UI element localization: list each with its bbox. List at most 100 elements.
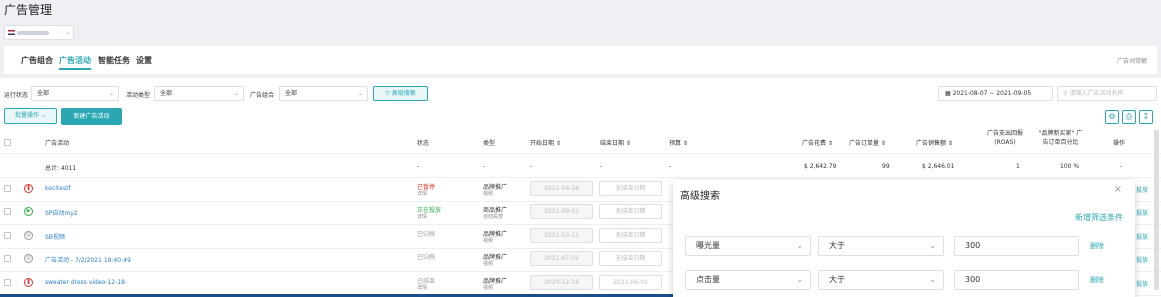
end-date-field[interactable]: 2021-06-01 — [599, 275, 662, 290]
type-subtext: 自动投放 — [483, 214, 504, 220]
campaign-search-input[interactable]: ⚲ 请输入广告活动名称 — [1057, 86, 1157, 101]
advanced-search-button[interactable]: ▽ 高级搜索 — [373, 86, 428, 101]
end-date-field[interactable]: 无结束日期 — [599, 204, 662, 219]
chevron-down-icon: ⌄ — [108, 90, 114, 97]
campaign-pause-icon[interactable]: ❚ — [24, 184, 33, 193]
tab-campaigns[interactable]: 广告活动 — [59, 55, 91, 66]
date-range-picker[interactable]: ▦ 2021-08-07 ~ 2021-09-05 — [938, 86, 1053, 101]
col-spend[interactable]: 广告花费 ⇕ — [802, 138, 833, 147]
type-filter-label: 活动类型 — [126, 92, 151, 99]
campaign-name-link[interactable]: SP自动my2 — [45, 208, 78, 217]
totals-sales: $ 2,646.01 — [922, 163, 955, 170]
filter-icon: ▽ — [385, 90, 390, 97]
row-checkbox[interactable] — [4, 185, 11, 192]
col-new-buyer-pct[interactable]: "品牌新买家" 广告订单百分比 — [1033, 129, 1088, 147]
glossary-link[interactable]: 广告词常解 — [1117, 56, 1147, 65]
chevron-down-icon: ⌄ — [796, 275, 803, 284]
type-subtext: 视频 — [483, 191, 494, 197]
start-date-field[interactable]: 2021-07-02 — [530, 251, 593, 266]
condition-2-field-select[interactable]: 点击量 ⌄ — [685, 270, 811, 290]
campaign-name-link[interactable]: sweater dress video-12-18 — [45, 279, 125, 286]
col-orders[interactable]: 广告订单量 ⇕ — [849, 138, 886, 147]
batch-action-button[interactable]: 批量操作 ⌄ — [4, 108, 57, 124]
status-filter-select[interactable]: 全部 ⌄ — [31, 86, 119, 101]
tab-smart-tasks[interactable]: 智能任务 — [98, 55, 130, 66]
totals-start: - — [530, 163, 533, 170]
group-filter-select[interactable]: 全部 ⌄ — [279, 86, 368, 101]
chevron-down-icon: ⌄ — [64, 29, 70, 36]
condition-1-delete-link[interactable]: 删除 — [1090, 241, 1104, 251]
status-details-link[interactable]: 详情 — [417, 284, 427, 291]
panel-title: 高级搜索 — [680, 191, 720, 202]
targeting-link[interactable]: 投放 — [1136, 255, 1148, 264]
select-all-checkbox[interactable] — [4, 139, 11, 146]
tab-settings[interactable]: 设置 — [136, 55, 152, 66]
end-date-field[interactable]: 无结束日期 — [599, 251, 662, 266]
start-date-field[interactable]: 2020-12-18 — [530, 275, 593, 290]
group-filter-label: 广告组合 — [250, 92, 275, 99]
col-sales[interactable]: 广告销售额 ⇕ — [916, 138, 953, 147]
col-roas[interactable]: 广告支出回报 (ROAS) — [980, 129, 1030, 147]
active-tab-indicator — [59, 68, 91, 70]
col-action: 操作 — [1113, 140, 1126, 147]
chevron-down-icon: ⌄ — [929, 275, 936, 284]
targeting-link[interactable]: 投放 — [1136, 208, 1148, 217]
col-start-date[interactable]: 开始日期 ⇕ — [530, 138, 561, 147]
settings-gear-icon[interactable]: ⚙ — [1105, 110, 1119, 124]
condition-2-operator-select[interactable]: 大于 ⌄ — [818, 270, 944, 290]
advanced-search-panel: 高级搜索 × 新增筛选条件 曝光量 ⌄ 大于 ⌄ 300 删除 点击量 ⌄ 大于 ⌄ 3… — [673, 180, 1135, 297]
campaign-archive-icon[interactable]: ▤ — [24, 231, 33, 240]
campaign-pause-icon[interactable]: ❚ — [24, 278, 33, 287]
add-filter-condition-link[interactable]: 新增筛选条件 — [1075, 212, 1123, 223]
type-subtext: 视频 — [483, 261, 494, 267]
targeting-link[interactable]: 投放 — [1136, 185, 1148, 194]
row-checkbox[interactable] — [4, 232, 11, 239]
print-icon[interactable]: ⎙ — [1122, 110, 1136, 124]
start-date-field[interactable]: 2021-04-16 — [530, 181, 593, 196]
start-date-field[interactable]: 2021-09-02 — [530, 204, 593, 219]
status-filter-label: 运行状态 — [4, 92, 29, 99]
status-details-link[interactable]: 详情 — [417, 190, 427, 197]
close-icon[interactable]: × — [1114, 184, 1122, 195]
condition-1-field-select[interactable]: 曝光量 ⌄ — [685, 236, 811, 256]
download-icon[interactable]: ↧ — [1139, 110, 1153, 124]
chevron-down-icon: ⌄ — [357, 90, 363, 97]
tab-portfolio[interactable]: 广告组合 — [21, 55, 53, 66]
campaign-name-link[interactable]: 广告活动 - 7/2/2021 19:40:49 — [45, 255, 131, 264]
col-end-date[interactable]: 结束日期 ⇕ — [600, 138, 631, 147]
condition-1-operator-select[interactable]: 大于 ⌄ — [818, 236, 944, 256]
targeting-link[interactable]: 投放 — [1136, 279, 1148, 288]
campaign-archive-icon[interactable]: ▤ — [24, 254, 33, 263]
new-campaign-button[interactable]: 新建广告活动 — [61, 108, 122, 125]
totals-spend: $ 2,642.79 — [804, 163, 837, 170]
condition-1-value-input[interactable]: 300 — [954, 236, 1079, 256]
col-campaign: 广告活动 — [45, 140, 70, 147]
condition-2-value-input[interactable]: 300 — [954, 270, 1079, 290]
chevron-down-icon: ⌄ — [929, 241, 936, 250]
vertical-scrollbar[interactable] — [1154, 130, 1159, 290]
status-text: 已归档 — [417, 231, 436, 238]
totals-end: - — [600, 163, 603, 170]
chevron-down-icon: ⌄ — [796, 241, 803, 250]
status-details-link[interactable]: 详情 — [417, 213, 427, 220]
start-date-field[interactable]: 2021-03-11 — [530, 228, 593, 243]
col-type: 类型 — [483, 140, 496, 147]
campaign-name-link[interactable]: SB视频 — [45, 232, 65, 241]
end-date-field[interactable]: 无结束日期 — [599, 228, 662, 243]
campaign-name-link[interactable]: kecitestf — [45, 185, 71, 192]
row-checkbox[interactable] — [4, 255, 11, 262]
end-date-field[interactable]: 无结束日期 — [599, 181, 662, 196]
type-filter-select[interactable]: 全部 ⌄ — [154, 86, 244, 101]
totals-status: - — [417, 163, 420, 170]
col-budget[interactable]: 预算 ⇕ — [669, 138, 688, 147]
store-select[interactable]: ⌄ — [4, 25, 74, 40]
condition-2-delete-link[interactable]: 删除 — [1090, 275, 1104, 285]
targeting-link[interactable]: 投放 — [1136, 232, 1148, 241]
row-checkbox[interactable] — [4, 208, 11, 215]
campaign-play-icon[interactable]: ▶ — [24, 207, 33, 216]
row-checkbox[interactable] — [4, 279, 11, 286]
calendar-icon: ▦ — [945, 90, 951, 97]
chevron-down-icon: ⌄ — [233, 90, 239, 97]
us-flag-icon — [8, 30, 15, 35]
divider — [0, 177, 1161, 178]
